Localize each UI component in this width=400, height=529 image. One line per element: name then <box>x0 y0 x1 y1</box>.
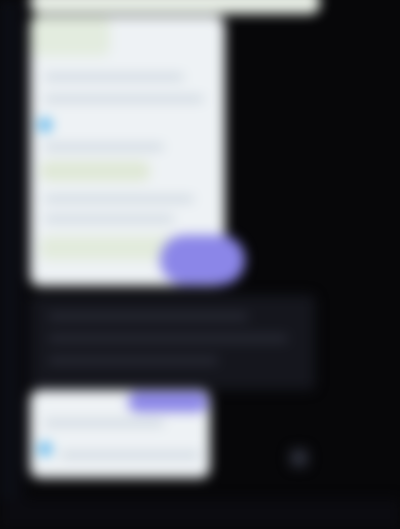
text-line <box>44 196 194 202</box>
left-edge <box>0 0 26 529</box>
message-bubble-top[interactable] <box>30 0 320 14</box>
text-line <box>60 452 200 458</box>
text-line <box>44 216 174 222</box>
send-icon[interactable] <box>290 449 308 467</box>
panel-line <box>48 313 248 320</box>
text-line <box>44 420 164 426</box>
chat-screen <box>0 0 400 529</box>
avatar-badge-icon <box>38 118 52 132</box>
bottom-bar <box>0 499 400 529</box>
text-line <box>44 144 164 150</box>
panel-line <box>48 357 218 364</box>
dark-message-panel <box>30 295 315 390</box>
message-bubble-lower[interactable] <box>30 390 210 478</box>
reaction-blob[interactable] <box>160 235 245 285</box>
highlight-block <box>30 16 110 56</box>
avatar-badge-icon <box>38 442 52 456</box>
text-line <box>44 74 184 80</box>
accent-block <box>128 392 208 412</box>
text-line <box>44 96 204 102</box>
panel-line <box>48 335 288 342</box>
highlight-block <box>40 161 150 181</box>
